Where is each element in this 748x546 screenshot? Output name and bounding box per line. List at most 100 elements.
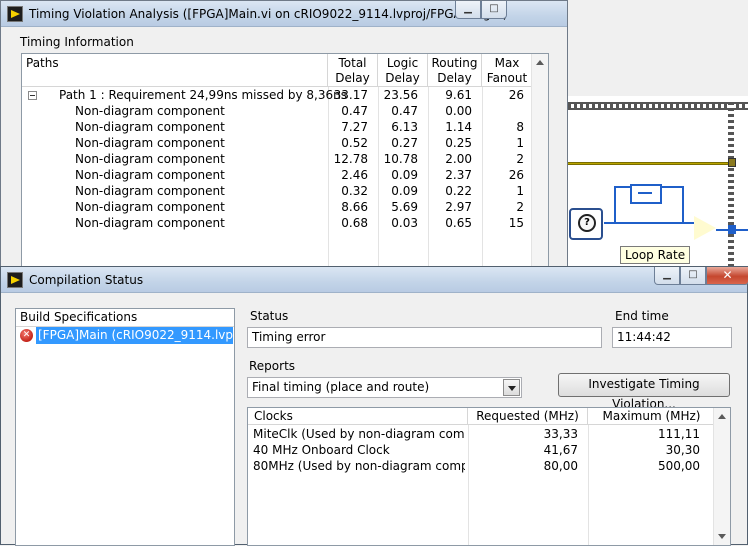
total-delay-value: 0.68 xyxy=(341,216,368,230)
col-logic-delay[interactable]: Logic Delay xyxy=(378,54,428,87)
col-logic-line2: Delay xyxy=(385,71,420,85)
cs-title-bar[interactable]: Compilation Status ▁ □ ✕ xyxy=(1,267,748,293)
cs-window-title: Compilation Status xyxy=(29,273,144,287)
close-icon[interactable]: ✕ xyxy=(706,267,748,285)
maximum-value: 111,11 xyxy=(658,427,700,441)
build-spec-item[interactable]: ✕ [FPGA]Main (cRIO9022_9114.lvproj xyxy=(17,327,233,345)
build-spec-label: [FPGA]Main (cRIO9022_9114.lvproj xyxy=(36,327,233,344)
logic-delay-value: 0.09 xyxy=(391,184,418,198)
table-row[interactable]: Non-diagram component 2.46 0.09 2.37 26 xyxy=(22,167,532,183)
scroll-up-icon[interactable] xyxy=(536,60,544,65)
table-row[interactable]: Non-diagram component 12.78 10.78 2.00 2 xyxy=(22,151,532,167)
total-delay-value: 0.47 xyxy=(341,104,368,118)
tva-window-title: Timing Violation Analysis ([FPGA]Main.vi… xyxy=(29,7,508,21)
chevron-down-icon[interactable] xyxy=(503,379,520,396)
table-row[interactable]: Non-diagram component 7.27 6.13 1.14 8 xyxy=(22,119,532,135)
col-paths-label: Paths xyxy=(26,56,59,70)
col-routing-line1: Routing xyxy=(431,56,478,70)
table-row[interactable]: Non-diagram component 0.68 0.03 0.65 15 xyxy=(22,215,532,231)
col-fanout-line1: Max xyxy=(494,56,520,70)
yellow-wire xyxy=(568,162,736,165)
table-row[interactable]: Non-diagram component 8.66 5.69 2.97 2 xyxy=(22,199,532,215)
maximize-icon[interactable]: □ xyxy=(481,1,507,19)
table-row[interactable]: Non-diagram component 0.32 0.09 0.22 1 xyxy=(22,183,532,199)
routing-delay-value: 0.25 xyxy=(445,136,472,150)
minimize-icon[interactable]: ▁ xyxy=(654,267,680,285)
total-delay-value: 33.17 xyxy=(333,88,368,102)
build-specs-panel: Build Specifications ✕ [FPGA]Main (cRIO9… xyxy=(15,308,235,546)
col-max-fanout[interactable]: Max Fanout xyxy=(482,54,532,87)
wire-junction xyxy=(728,158,736,167)
routing-delay-value: 0.22 xyxy=(445,184,472,198)
status-field: Timing error xyxy=(247,327,602,348)
logic-delay-value: 5.69 xyxy=(391,200,418,214)
max-fanout-value: 2 xyxy=(516,152,524,166)
maximum-value: 30,30 xyxy=(665,443,700,457)
end-time-field: 11:44:42 xyxy=(612,327,732,348)
col-total-line1: Total xyxy=(338,56,367,70)
col-routing-line2: Delay xyxy=(437,71,472,85)
logic-delay-value: 23.56 xyxy=(383,88,418,102)
col-clocks[interactable]: Clocks xyxy=(248,408,468,425)
max-fanout-value: 1 xyxy=(516,136,524,150)
cs-window-controls: ▁ □ ✕ xyxy=(654,267,748,285)
max-fanout-value: 26 xyxy=(508,88,524,102)
total-delay-value: 7.27 xyxy=(341,120,368,134)
routing-delay-value: 1.14 xyxy=(445,120,472,134)
max-fanout-value: 2 xyxy=(516,200,524,214)
total-delay-value: 2.46 xyxy=(341,168,368,182)
maximize-icon[interactable]: □ xyxy=(680,267,706,285)
path-label: Non-diagram component xyxy=(75,216,225,230)
path-label: Non-diagram component xyxy=(75,152,225,166)
wire-terminal xyxy=(728,225,736,234)
reports-label: Reports xyxy=(249,359,296,373)
loop-timer-icon[interactable]: ? xyxy=(569,208,603,240)
col-paths[interactable]: Paths xyxy=(22,54,328,87)
investigate-timing-violation-button[interactable]: Investigate Timing Violation... xyxy=(558,373,730,411)
col-requested[interactable]: Requested (MHz) xyxy=(468,408,588,425)
clock-row[interactable]: MiteClk (Used by non-diagram compon 33,3… xyxy=(248,426,714,442)
routing-delay-value: 0.00 xyxy=(445,104,472,118)
col-routing-delay[interactable]: Routing Delay xyxy=(428,54,482,87)
table-row[interactable]: Non-diagram component 0.47 0.47 0.00 xyxy=(22,103,532,119)
total-delay-value: 0.52 xyxy=(341,136,368,150)
routing-delay-value: 9.61 xyxy=(445,88,472,102)
path-label: Path 1 : Requirement 24,99ns missed by 8… xyxy=(59,88,347,102)
col-total-delay[interactable]: Total Delay xyxy=(328,54,378,87)
collapse-icon[interactable] xyxy=(28,91,37,100)
logic-delay-value: 6.13 xyxy=(391,120,418,134)
blue-wire-main xyxy=(604,222,694,224)
routing-delay-value: 2.00 xyxy=(445,152,472,166)
requested-value: 41,67 xyxy=(543,443,578,457)
table-row[interactable]: Path 1 : Requirement 24,99ns missed by 8… xyxy=(22,87,532,103)
tva-vertical-scrollbar[interactable] xyxy=(531,54,548,272)
clock-name: MiteClk (Used by non-diagram compon xyxy=(253,427,465,441)
clocks-table: Clocks Requested (MHz) Maximum (MHz) Mit… xyxy=(247,407,731,546)
scroll-up-icon[interactable] xyxy=(718,414,726,419)
clocks-vertical-scrollbar[interactable] xyxy=(713,408,730,545)
reports-dropdown[interactable]: Final timing (place and route) xyxy=(247,377,522,398)
path-label: Non-diagram component xyxy=(75,104,225,118)
col-logic-line1: Logic xyxy=(386,56,419,70)
routing-delay-value: 0.65 xyxy=(445,216,472,230)
clock-row[interactable]: 40 MHz Onboard Clock 41,67 30,30 xyxy=(248,442,714,458)
multiply-node xyxy=(694,216,716,240)
logic-delay-value: 10.78 xyxy=(383,152,418,166)
logic-delay-value: 0.03 xyxy=(391,216,418,230)
build-specs-label: Build Specifications xyxy=(20,310,138,324)
scroll-down-icon[interactable] xyxy=(718,534,726,539)
max-fanout-value xyxy=(482,103,524,119)
col-maximum[interactable]: Maximum (MHz) xyxy=(588,408,715,425)
path-label: Non-diagram component xyxy=(75,184,225,198)
table-row[interactable]: Non-diagram component 0.52 0.27 0.25 1 xyxy=(22,135,532,151)
minimize-icon[interactable]: ▁ xyxy=(455,1,481,19)
maximum-value: 500,00 xyxy=(658,459,700,473)
max-fanout-value: 26 xyxy=(508,168,524,182)
tva-title-bar[interactable]: Timing Violation Analysis ([FPGA]Main.vi… xyxy=(1,1,567,27)
max-fanout-value: 1 xyxy=(516,184,524,198)
block-diagram-background: ? Loop Rate xyxy=(568,96,748,272)
clock-name: 80MHz (Used by non-diagram compone xyxy=(253,459,465,473)
clock-row[interactable]: 80MHz (Used by non-diagram compone 80,00… xyxy=(248,458,714,474)
path-label: Non-diagram component xyxy=(75,120,225,134)
path-label: Non-diagram component xyxy=(75,200,225,214)
